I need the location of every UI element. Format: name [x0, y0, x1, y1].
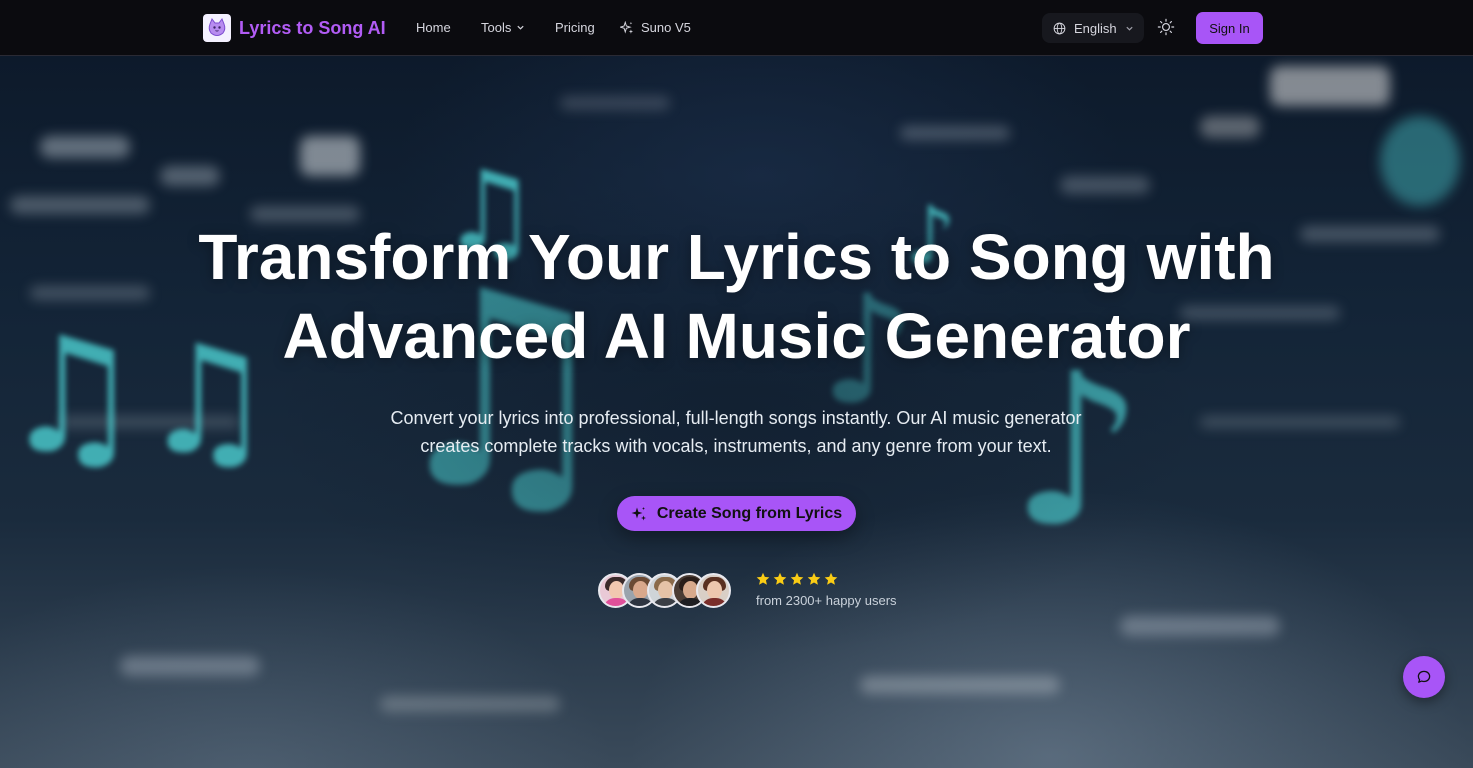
avatar — [696, 573, 731, 608]
nav-tools-dropdown[interactable]: Tools — [481, 20, 525, 35]
star-icon — [756, 572, 770, 585]
star-icon — [807, 572, 821, 585]
brand-name: Lyrics to Song AI — [239, 17, 386, 38]
star-icon — [790, 572, 804, 585]
top-navigation-bar: Lyrics to Song AI Home Tools Pricing Sun… — [0, 0, 1473, 56]
chevron-down-icon — [1126, 26, 1133, 31]
user-avatars — [598, 573, 738, 609]
chat-button[interactable] — [1403, 656, 1445, 698]
sign-in-button[interactable]: Sign In — [1196, 12, 1263, 44]
chat-bubble-icon — [1417, 670, 1431, 683]
cat-logo-icon — [203, 14, 231, 42]
hero-subtitle-line-2: creates complete tracks with vocals, ins… — [420, 436, 1052, 456]
chevron-down-icon — [517, 25, 524, 30]
create-song-label: Create Song from Lyrics — [656, 504, 843, 522]
star-icon — [773, 572, 787, 585]
sparkles-icon — [620, 20, 634, 34]
nav-suno-v5[interactable]: Suno V5 — [620, 20, 691, 35]
create-song-button[interactable]: Create Song from Lyrics — [617, 496, 856, 531]
rating-text: from 2300+ happy users — [756, 593, 897, 608]
language-selector[interactable]: English — [1042, 13, 1144, 43]
star-icon — [824, 572, 838, 585]
hero-title-line-2: Advanced AI Music Generator — [282, 300, 1191, 372]
hero-subtitle: Convert your lyrics into professional, f… — [386, 404, 1086, 460]
nav-tools-label: Tools — [481, 20, 512, 35]
theme-toggle-button[interactable] — [1157, 18, 1175, 41]
hero-subtitle-line-1: Convert your lyrics into professional, f… — [390, 408, 1082, 428]
hero-title-line-1: Transform Your Lyrics to Song with — [198, 221, 1275, 293]
nav-suno-label: Suno V5 — [641, 20, 691, 35]
sun-icon — [1157, 18, 1175, 36]
hero-title: Transform Your Lyrics to Song with Advan… — [0, 218, 1473, 376]
brand-link[interactable]: Lyrics to Song AI — [203, 14, 386, 42]
nav-home[interactable]: Home — [416, 20, 451, 35]
globe-icon — [1053, 22, 1066, 34]
rating-stars — [756, 572, 841, 586]
nav-pricing[interactable]: Pricing — [555, 20, 595, 35]
sparkles-icon — [631, 506, 646, 520]
language-label: English — [1074, 20, 1117, 36]
